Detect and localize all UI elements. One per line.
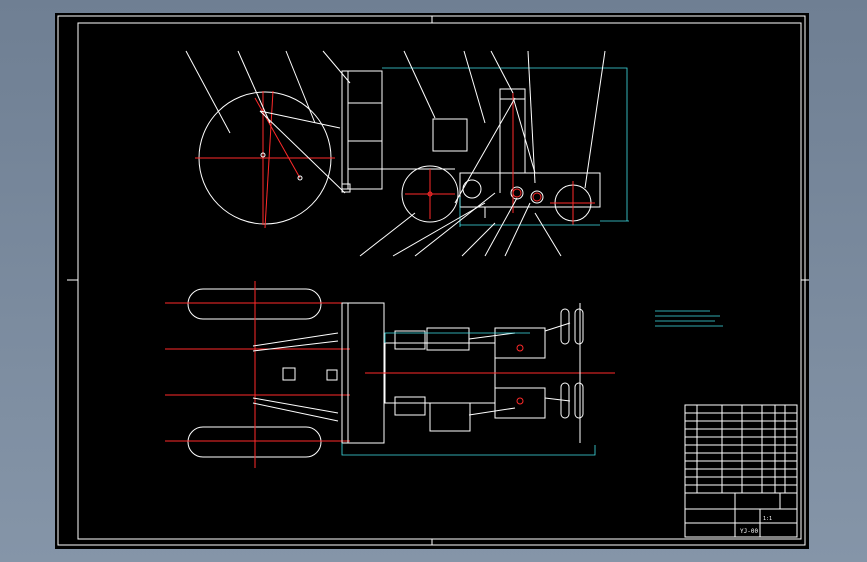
drawing-code: YJ-00 <box>740 528 758 535</box>
title-block: YJ-00 1:1 <box>684 404 798 538</box>
small-wheel-2-hub <box>512 188 522 198</box>
parts-list-rows <box>685 405 797 493</box>
pulley-lower <box>516 397 524 405</box>
engine-plan <box>426 327 470 351</box>
pulley-upper <box>516 344 524 352</box>
steer-arm-upper <box>544 322 571 332</box>
fuel-tank-plan <box>429 402 471 432</box>
center-gearbox <box>282 367 296 381</box>
side-elevation-view <box>185 50 629 257</box>
steer-arm-lower <box>544 397 571 402</box>
drive-coupling <box>326 369 338 381</box>
engine-block <box>432 118 468 152</box>
title-block-frame <box>684 404 798 538</box>
drawing-canvas: YJ-00 1:1 <box>57 15 809 546</box>
linkage-bar-lower <box>259 110 346 194</box>
scale-note: 1:1 <box>763 516 772 522</box>
small-wheel-3-hub <box>532 192 542 202</box>
transmission-lower <box>494 387 546 419</box>
inner-border <box>77 22 802 540</box>
reel-arm-2 <box>264 90 274 229</box>
belt-upper <box>468 332 516 340</box>
front-wheel-plan-1b <box>574 308 584 345</box>
front-wheel-plan-1a <box>560 308 570 345</box>
outer-border <box>57 15 806 546</box>
mast-brace <box>512 96 536 174</box>
technical-notes <box>655 310 723 327</box>
drawing-sheet: YJ-00 1:1 <box>55 13 809 549</box>
linkage-bar-upper <box>259 110 341 129</box>
leader-lines-top <box>185 50 606 189</box>
plan-view <box>165 281 615 468</box>
small-wheel-1 <box>462 179 482 199</box>
cad-viewport[interactable]: YJ-00 1:1 <box>0 0 867 562</box>
dim-plan-width <box>384 332 530 343</box>
cutter-link-upper-a <box>252 332 339 347</box>
dim-plan-length <box>341 443 596 456</box>
belt-lower <box>468 407 516 416</box>
reel-arm-1 <box>254 97 301 179</box>
front-wheel-plan-2b <box>574 382 584 419</box>
gear-housing-right <box>394 396 426 416</box>
transmission-upper <box>494 327 546 359</box>
gear-housing-left <box>394 330 426 350</box>
